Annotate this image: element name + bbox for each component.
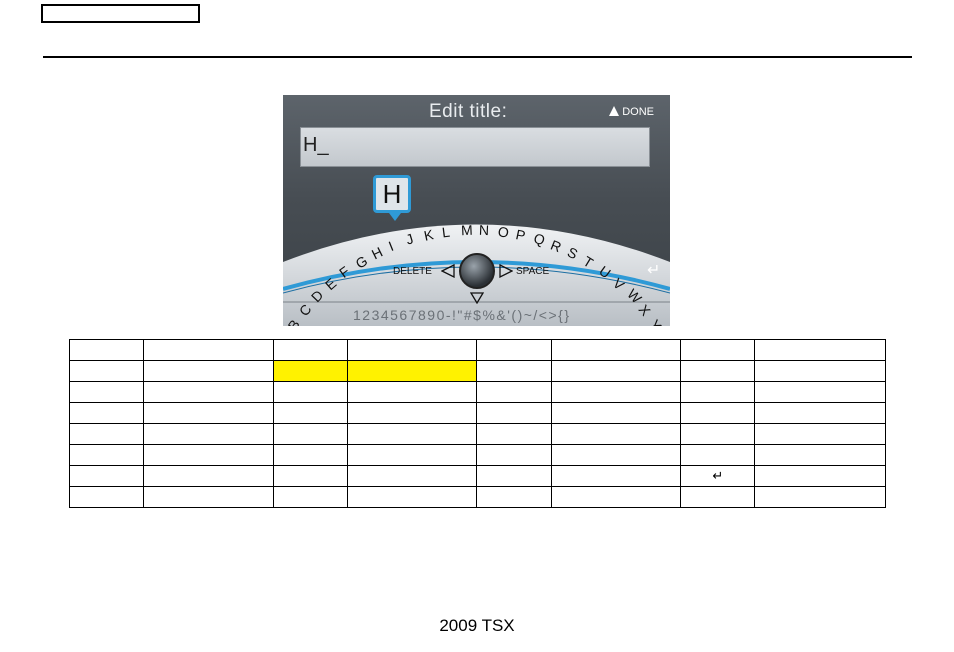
table-cell xyxy=(68,444,145,466)
table-cell xyxy=(143,402,274,424)
table-row xyxy=(68,402,886,424)
selected-key-popup: H xyxy=(373,175,411,213)
table-cell xyxy=(550,444,682,466)
table-cell xyxy=(143,486,274,508)
table-cell xyxy=(272,339,348,361)
table-cell xyxy=(476,486,552,508)
table-cell xyxy=(680,423,756,445)
footer-model: 2009 TSX xyxy=(439,616,515,635)
table-cell xyxy=(550,486,682,508)
table-cell xyxy=(272,402,348,424)
up-arrow-icon xyxy=(609,106,620,116)
table-cell xyxy=(346,339,478,361)
down-arrow-icon[interactable] xyxy=(470,292,484,304)
table-cell xyxy=(346,360,478,382)
space-label: SPACE xyxy=(516,266,550,277)
done-label: DONE xyxy=(622,106,654,118)
table-cell xyxy=(346,486,478,508)
symbols-row[interactable]: 1234567890-!"#$%&'()~/<>{} xyxy=(353,307,571,323)
table-cell xyxy=(346,423,478,445)
table-cell xyxy=(272,423,348,445)
table-cell xyxy=(272,465,348,487)
table-cell xyxy=(476,423,552,445)
enter-key[interactable]: ↵ xyxy=(647,260,660,280)
table-cell xyxy=(754,444,886,466)
done-button[interactable]: DONE xyxy=(609,106,654,118)
table-cell xyxy=(476,402,552,424)
keyboard-key[interactable]: N xyxy=(479,222,490,238)
popup-tail xyxy=(389,213,401,221)
table-cell xyxy=(476,444,552,466)
table-cell xyxy=(550,339,682,361)
table-cell xyxy=(550,423,682,445)
table-cell xyxy=(143,381,274,403)
table-cell xyxy=(476,381,552,403)
navigation-box xyxy=(41,4,200,23)
table-cell xyxy=(680,402,756,424)
table-cell xyxy=(68,339,145,361)
table-cell xyxy=(272,444,348,466)
screen-title: Edit title: xyxy=(429,101,508,122)
left-arrow-icon[interactable] xyxy=(441,264,455,278)
keyboard-key[interactable]: O xyxy=(497,223,510,240)
table-row xyxy=(68,423,886,445)
table-cell xyxy=(550,465,682,487)
table-cell xyxy=(754,360,886,382)
table-cell xyxy=(680,381,756,403)
table-cell xyxy=(68,423,145,445)
right-arrow-icon[interactable] xyxy=(499,264,513,278)
keyboard-key[interactable]: M xyxy=(460,222,472,238)
table-cell xyxy=(68,402,145,424)
table-cell xyxy=(143,360,274,382)
table-cell xyxy=(476,465,552,487)
table-cell xyxy=(550,402,682,424)
table-cell xyxy=(143,465,274,487)
table-cell xyxy=(754,465,886,487)
table-cell xyxy=(754,381,886,403)
table-cell xyxy=(754,339,886,361)
table-cell xyxy=(143,339,274,361)
table-cell xyxy=(68,360,145,382)
table-row xyxy=(68,339,886,361)
table-cell xyxy=(68,381,145,403)
table-cell xyxy=(346,465,478,487)
delete-label: DELETE xyxy=(393,266,432,277)
table-cell xyxy=(272,381,348,403)
reference-table: ↵ xyxy=(68,339,886,508)
interface-dial[interactable] xyxy=(459,253,495,289)
table-cell xyxy=(143,423,274,445)
table-cell xyxy=(143,444,274,466)
table-cell xyxy=(754,423,886,445)
title-input-field[interactable]: H_ xyxy=(300,127,650,167)
table-cell xyxy=(754,402,886,424)
table-cell xyxy=(68,486,145,508)
table-cell xyxy=(680,360,756,382)
table-cell xyxy=(346,402,478,424)
table-cell: ↵ xyxy=(680,465,756,487)
table-row xyxy=(68,381,886,403)
table-cell xyxy=(476,360,552,382)
table-cell xyxy=(272,360,348,382)
table-cell xyxy=(346,381,478,403)
table-cell xyxy=(68,465,145,487)
header-rule xyxy=(43,56,912,58)
table-row xyxy=(68,360,886,382)
table-cell xyxy=(754,486,886,508)
table-cell xyxy=(680,339,756,361)
table-row xyxy=(68,486,886,508)
table-cell xyxy=(550,360,682,382)
table-cell xyxy=(680,486,756,508)
table-cell xyxy=(346,444,478,466)
table-row xyxy=(68,444,886,466)
table-cell xyxy=(550,381,682,403)
nav-screen-image: Edit title: DONE H_ H ABCDEFGHIJKLMNOPQR… xyxy=(283,95,670,326)
table-cell xyxy=(476,339,552,361)
table-row: ↵ xyxy=(68,465,886,487)
table-cell xyxy=(680,444,756,466)
table-cell xyxy=(272,486,348,508)
